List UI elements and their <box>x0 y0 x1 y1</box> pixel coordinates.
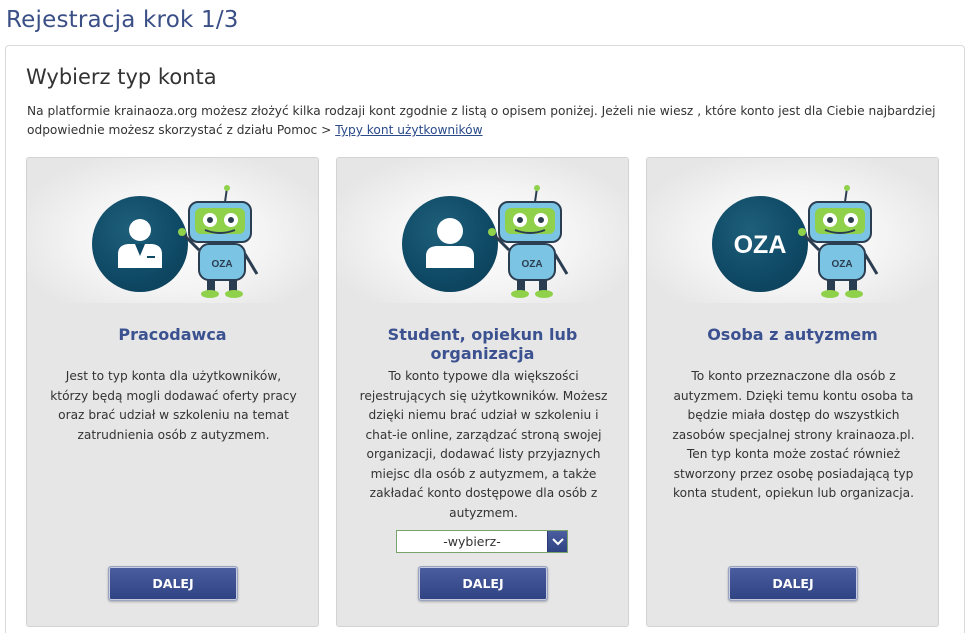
page-title: Rejestracja krok 1/3 <box>6 7 239 33</box>
intro-text: Na platformie krainaoza.org możesz złoży… <box>27 102 947 140</box>
card-description: Jest to typ konta dla użytkowników, któr… <box>50 369 297 442</box>
robot-badge: OZA <box>211 259 232 270</box>
oza-logo-text: OZA <box>734 231 787 259</box>
robot-badge: OZA <box>831 259 852 270</box>
section-title: Wybierz typ konta <box>26 65 217 89</box>
card-employer: OZA Pracodawca Jest to typ konta dla uży… <box>26 157 319 627</box>
robot-mascot: OZA <box>488 185 569 298</box>
robot-mascot: OZA <box>798 185 879 298</box>
card-title: Student, opiekun lub organizacja <box>387 325 578 363</box>
employer-icon <box>92 196 188 292</box>
next-button-employer[interactable]: DALEJ <box>108 566 238 601</box>
help-link-account-types[interactable]: Typy kont użytkowników <box>335 123 482 137</box>
card-autism: OZA OZA Osoba z autyzmem To konto przezn… <box>646 157 939 627</box>
registration-panel: Wybierz typ konta Na platformie krainaoz… <box>5 45 965 633</box>
card-hero: OZA <box>27 158 318 303</box>
next-button-autism[interactable]: DALEJ <box>728 566 858 601</box>
account-subtype-select[interactable]: -wybierz- <box>396 530 568 553</box>
select-value: -wybierz- <box>443 534 501 549</box>
chevron-down-icon[interactable] <box>547 531 567 552</box>
card-hero: OZA <box>337 158 628 303</box>
card-description: To konto przeznaczone dla osób z autyzme… <box>672 369 915 500</box>
oza-logo-icon: OZA <box>712 196 808 292</box>
robot-mascot: OZA <box>178 185 259 298</box>
card-description: To konto typowe dla większości rejestruj… <box>359 369 608 520</box>
card-title: Pracodawca <box>118 325 227 344</box>
card-hero: OZA OZA <box>647 158 938 303</box>
card-title: Osoba z autyzmem <box>707 325 878 344</box>
next-button-student[interactable]: DALEJ <box>418 566 548 601</box>
user-icon <box>402 196 498 292</box>
card-student: OZA Student, opiekun lub organizacja To … <box>336 157 629 627</box>
robot-badge: OZA <box>521 259 542 270</box>
